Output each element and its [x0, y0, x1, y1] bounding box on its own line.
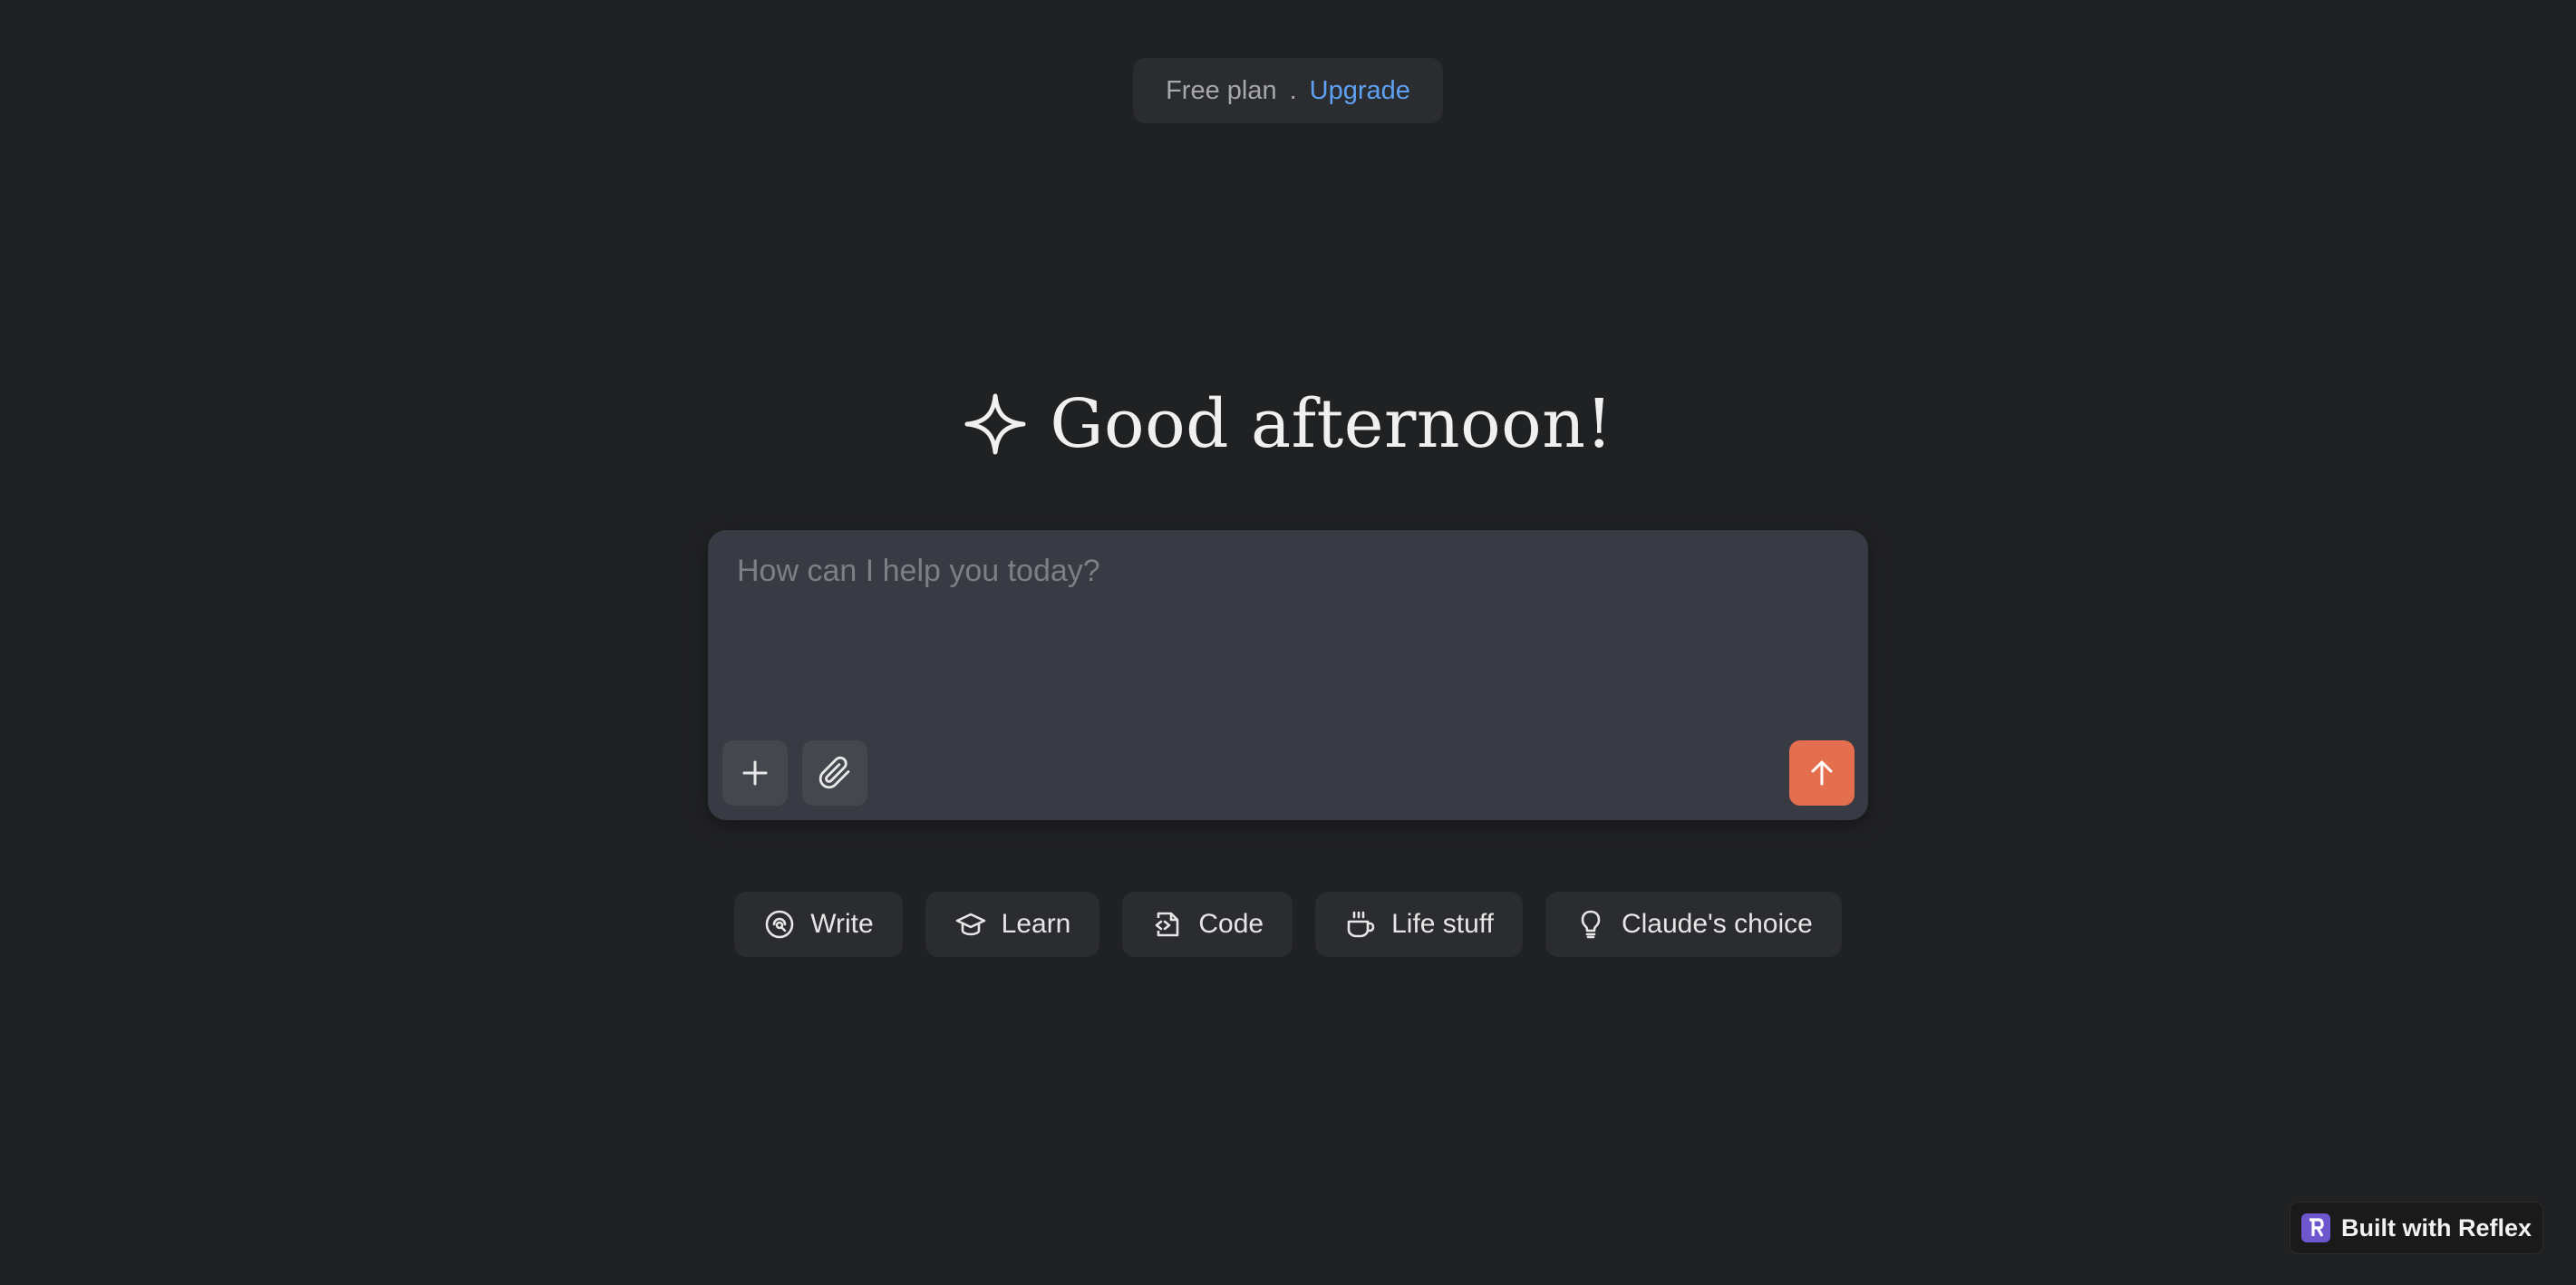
- chip-label: Life stuff: [1391, 909, 1494, 939]
- greeting: Good afternoon!: [0, 379, 2576, 469]
- paperclip-icon: [818, 756, 850, 789]
- add-button[interactable]: [722, 740, 788, 806]
- send-button[interactable]: [1789, 740, 1855, 806]
- upgrade-link[interactable]: Upgrade: [1310, 76, 1410, 106]
- chip-learn[interactable]: Learn: [925, 892, 1100, 957]
- chip-label: Code: [1198, 909, 1264, 939]
- message-input[interactable]: [737, 554, 1834, 690]
- sparkle-icon: [964, 393, 1026, 455]
- code-file-icon: [1156, 912, 1179, 937]
- attach-button[interactable]: [802, 740, 867, 806]
- chip-claudes-choice[interactable]: Claude's choice: [1545, 892, 1842, 957]
- lightbulb-icon: [1581, 910, 1601, 939]
- reflex-logo-icon: [2301, 1213, 2330, 1242]
- plan-separator: .: [1289, 75, 1297, 105]
- chip-label: Claude's choice: [1621, 909, 1813, 939]
- write-icon: [765, 910, 794, 939]
- suggestion-chips: Write Learn Code Life stuff Claude's cho…: [0, 892, 2576, 957]
- chip-label: Learn: [1001, 909, 1071, 939]
- badge-text: Built with Reflex: [2341, 1213, 2532, 1242]
- graduation-cap-icon: [955, 913, 985, 936]
- chip-code[interactable]: Code: [1122, 892, 1293, 957]
- plan-label: Free plan: [1166, 75, 1277, 105]
- coffee-cup-icon: [1347, 911, 1375, 938]
- plus-icon: [742, 760, 768, 786]
- arrow-up-icon: [1811, 760, 1833, 786]
- built-with-reflex-badge[interactable]: Built with Reflex: [2290, 1202, 2543, 1254]
- chip-write[interactable]: Write: [734, 892, 903, 957]
- chip-life-stuff[interactable]: Life stuff: [1315, 892, 1523, 957]
- chip-label: Write: [810, 909, 874, 939]
- chat-composer: [708, 530, 1868, 820]
- page: Free plan . Upgrade Good afternoon! How …: [0, 0, 2576, 1285]
- plan-pill: Free plan . Upgrade: [1133, 58, 1443, 123]
- greeting-text: Good afternoon!: [1050, 385, 1613, 463]
